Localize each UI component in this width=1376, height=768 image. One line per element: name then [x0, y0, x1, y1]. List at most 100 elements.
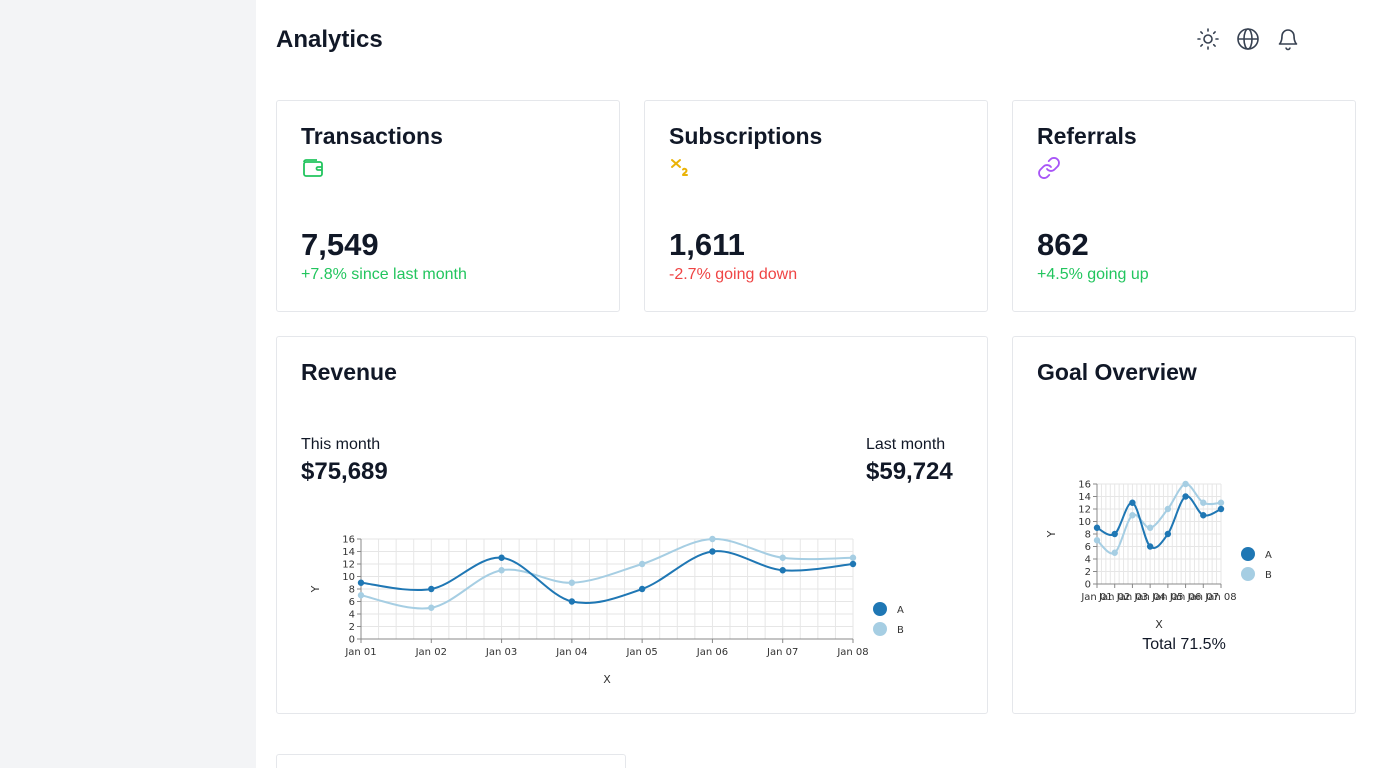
bottom-card — [276, 754, 626, 768]
data-point-a — [1129, 499, 1136, 506]
legend-label-a: A — [1265, 550, 1272, 561]
data-point-a — [357, 579, 365, 586]
data-point-a — [709, 548, 716, 555]
y-axis-title: Y — [309, 585, 322, 593]
goal-chart: 0246810121416Jan 01Jan 02Jan 03Jan 04Jan… — [1045, 480, 1272, 632]
stat-value: 1,611 — [669, 227, 745, 262]
stat-title: Referrals — [1037, 123, 1137, 149]
stat-title: Subscriptions — [669, 123, 823, 149]
y-tick-label: 6 — [349, 597, 355, 608]
data-point-a — [498, 554, 505, 561]
data-point-b — [709, 535, 716, 543]
data-point-b — [357, 592, 365, 599]
subscript-icon — [671, 159, 688, 176]
main-content: Analytics Transactions 7,549 +7.8% since… — [256, 0, 1376, 768]
data-point-b — [1093, 537, 1101, 544]
y-tick-label: 4 — [349, 610, 355, 621]
data-point-a — [568, 598, 576, 605]
y-tick-label: 10 — [342, 572, 355, 583]
last-month-label: Last month — [866, 436, 946, 453]
legend-swatch-b — [873, 622, 887, 636]
data-point-a — [428, 585, 435, 593]
stat-value: 7,549 — [301, 227, 379, 262]
x-tick-label: Jan 02 — [415, 647, 447, 658]
y-tick-label: 2 — [1085, 567, 1091, 578]
x-tick-label: Jan 07 — [766, 647, 798, 658]
x-tick-label: Jan 08 — [1204, 592, 1236, 603]
y-tick-label: 12 — [342, 560, 355, 571]
link-icon — [1038, 157, 1060, 179]
data-point-b — [1164, 505, 1172, 513]
bell-icon[interactable] — [1276, 27, 1300, 51]
data-point-b — [638, 560, 646, 568]
data-point-b — [428, 604, 435, 611]
this-month-label: This month — [301, 436, 381, 453]
data-point-a — [1182, 493, 1189, 500]
data-point-a — [1093, 524, 1101, 531]
x-tick-label: Jan 04 — [555, 647, 587, 658]
goal-title: Goal Overview — [1037, 359, 1197, 385]
data-point-b — [849, 554, 857, 561]
revenue-title: Revenue — [301, 359, 397, 385]
y-tick-label: 6 — [1085, 542, 1091, 553]
x-tick-label: Jan 08 — [836, 647, 868, 658]
revenue-chart: 0 24 68 1012 1416 Jan 01 Jan 02 Jan 03 Jan 04 Jan… — [309, 535, 904, 687]
data-point-a — [1200, 512, 1207, 519]
y-tick-label: 8 — [1085, 530, 1091, 541]
stat-title: Transactions — [301, 123, 443, 149]
y-tick-label: 14 — [342, 547, 355, 558]
x-tick-label: Jan 03 — [485, 647, 517, 658]
data-point-b — [1217, 499, 1225, 506]
legend-swatch-a — [1241, 547, 1255, 561]
last-month-value: $59,724 — [866, 458, 953, 485]
data-point-b — [1146, 524, 1154, 531]
goal-card: Goal Overview 0 2 4 6 8 10 12 14 16 Jan 01 Jan 02 J… — [1012, 336, 1356, 714]
y-tick-label: 0 — [1085, 580, 1091, 591]
x-tick-label: Jan 05 — [625, 647, 657, 658]
y-tick-label: 2 — [349, 622, 355, 633]
legend-label-b: B — [1265, 570, 1272, 581]
data-point-a — [1217, 505, 1225, 513]
revenue-card: Revenue This month $75,689 Last month $5… — [276, 336, 988, 714]
data-point-b — [779, 554, 786, 561]
x-tick-label: Jan 06 — [696, 647, 728, 658]
this-month-value: $75,689 — [301, 458, 388, 485]
sidebar — [0, 0, 256, 768]
stat-value: 862 — [1037, 227, 1089, 262]
data-point-a — [849, 560, 857, 568]
page-title: Analytics — [276, 26, 383, 53]
legend-label-b: B — [897, 625, 904, 636]
stat-delta: -2.7% going down — [669, 266, 798, 283]
data-point-a — [1164, 530, 1172, 538]
data-point-b — [1111, 549, 1118, 556]
stat-card-referrals: Referrals 862 +4.5% going up — [1012, 100, 1356, 312]
sun-icon[interactable] — [1196, 27, 1220, 51]
y-tick-label: 8 — [349, 585, 355, 596]
data-point-b — [498, 567, 505, 574]
y-tick-label: 10 — [1078, 517, 1091, 528]
goal-total: Total 71.5% — [1142, 636, 1226, 653]
y-tick-label: 4 — [1085, 555, 1091, 566]
legend-label-a: A — [897, 605, 904, 616]
x-tick-label: Jan 01 — [344, 647, 376, 658]
stat-card-subscriptions: Subscriptions 1,611 -2.7% going down — [644, 100, 988, 312]
y-tick-label: 14 — [1078, 492, 1091, 503]
wallet-icon — [303, 159, 323, 177]
data-point-b — [1182, 480, 1189, 488]
data-point-b — [1129, 512, 1136, 519]
y-axis-title: Y — [1045, 530, 1058, 538]
data-point-a — [1111, 530, 1118, 538]
data-point-a — [638, 585, 646, 593]
data-point-b — [1200, 499, 1207, 506]
x-axis-title: X — [603, 673, 611, 686]
stat-card-transactions: Transactions 7,549 +7.8% since last mont… — [276, 100, 620, 312]
y-tick-label: 12 — [1078, 505, 1091, 516]
y-tick-label: 0 — [349, 635, 355, 646]
legend-swatch-a — [873, 602, 887, 616]
stat-delta: +7.8% since last month — [301, 266, 467, 283]
stat-delta: +4.5% going up — [1037, 266, 1149, 283]
data-point-a — [779, 567, 786, 574]
y-tick-label: 16 — [1078, 480, 1091, 491]
legend-swatch-b — [1241, 567, 1255, 581]
globe-icon[interactable] — [1236, 27, 1260, 51]
